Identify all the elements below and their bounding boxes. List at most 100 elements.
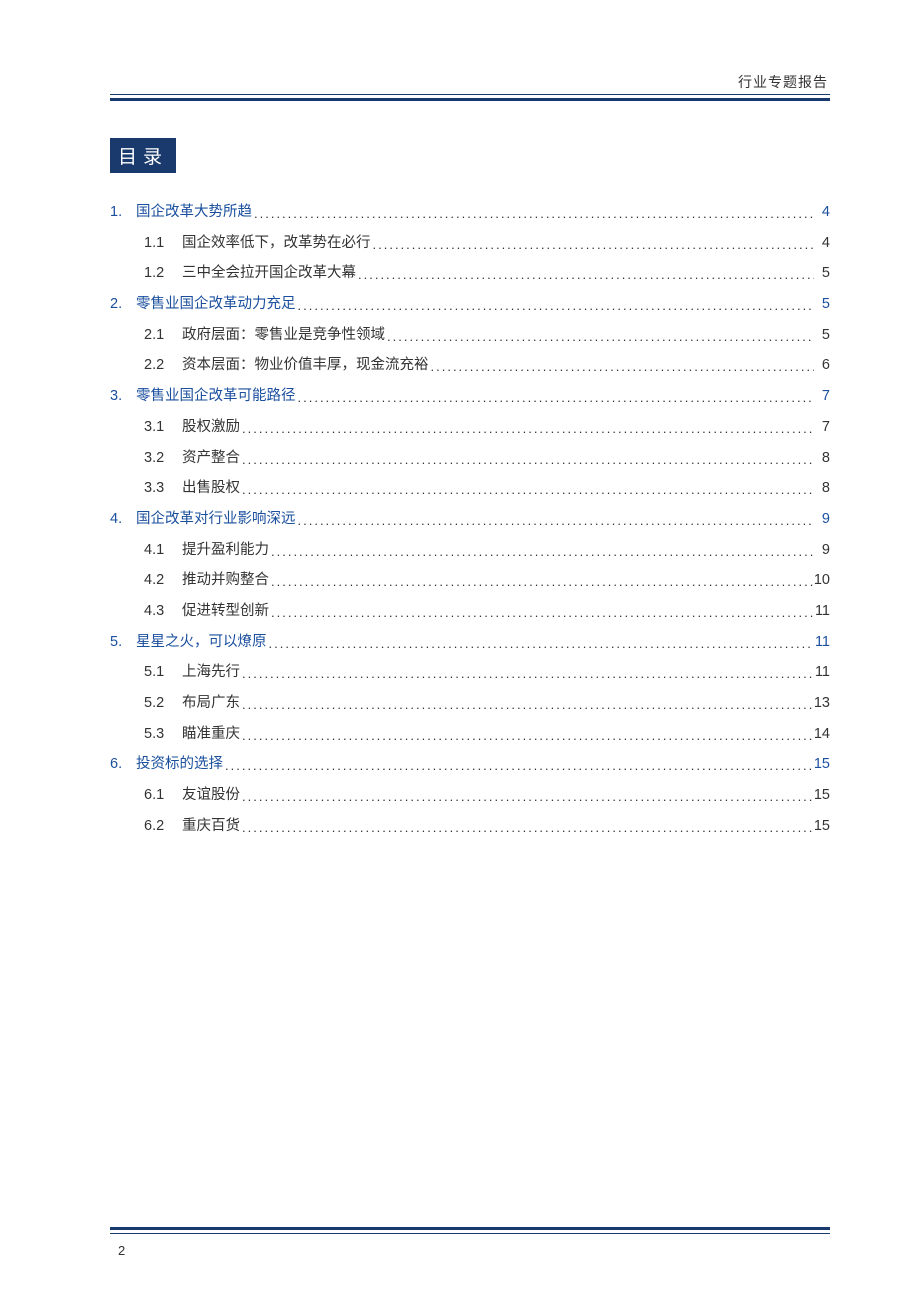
toc-entry-page: 5	[814, 293, 830, 316]
toc-entry-page: 15	[814, 815, 830, 838]
toc-entry-leaders	[223, 756, 814, 777]
toc-entry-title: 布局广东	[182, 692, 240, 715]
toc-entry-title: 国企改革大势所趋	[136, 201, 252, 224]
toc-entry-leaders	[252, 204, 814, 225]
toc-entry-leaders	[269, 542, 814, 563]
toc-entry-page: 10	[814, 569, 830, 592]
toc-entry[interactable]: 1.1国企效率低下，改革势在必行 4	[110, 232, 830, 255]
toc-entry-page: 8	[814, 447, 830, 470]
toc-entry-page: 11	[814, 631, 830, 654]
toc-entry-number: 6.	[110, 753, 136, 776]
toc-entry-title: 促进转型创新	[182, 600, 269, 623]
toc-entry[interactable]: 4.国企改革对行业影响深远9	[110, 508, 830, 531]
toc-entry[interactable]: 3.2资产整合 8	[110, 447, 830, 470]
toc-entry[interactable]: 5.1上海先行11	[110, 661, 830, 684]
toc-entry-leaders	[240, 450, 814, 471]
toc-entry-leaders	[240, 664, 814, 685]
toc-entry-title: 重庆百货	[182, 815, 240, 838]
toc-entry[interactable]: 2.1政府层面：零售业是竞争性领域 5	[110, 324, 830, 347]
toc-entry-leaders	[296, 296, 815, 317]
toc-entry[interactable]: 3.3出售股权 8	[110, 477, 830, 500]
toc-entry[interactable]: 4.3促进转型创新 11	[110, 600, 830, 623]
toc-entry-leaders	[240, 726, 814, 747]
toc-entry-number: 4.1	[144, 539, 182, 562]
toc-entry-number: 1.1	[144, 232, 182, 255]
toc-entry-number: 3.2	[144, 447, 182, 470]
toc-entry-leaders	[240, 818, 814, 839]
toc-entry[interactable]: 2.零售业国企改革动力充足 5	[110, 293, 830, 316]
toc-entry-title: 政府层面：零售业是竞争性领域	[182, 324, 385, 347]
toc-entry[interactable]: 1.2三中全会拉开国企改革大幕 5	[110, 262, 830, 285]
toc-entry-number: 2.1	[144, 324, 182, 347]
header-rule	[110, 98, 830, 101]
toc-entry[interactable]: 5.星星之火，可以燎原11	[110, 631, 830, 654]
toc-entry-title: 三中全会拉开国企改革大幕	[182, 262, 356, 285]
toc-entry-title: 推动并购整合	[182, 569, 269, 592]
toc-heading: 目录	[110, 138, 176, 173]
toc-entry-number: 5.2	[144, 692, 182, 715]
toc-entry-page: 7	[814, 385, 830, 408]
toc-entry-page: 11	[814, 600, 830, 623]
toc-entry-leaders	[296, 511, 815, 532]
toc-entry-number: 5.1	[144, 661, 182, 684]
toc-entry[interactable]: 6.1友谊股份15	[110, 784, 830, 807]
toc-entry[interactable]: 3.零售业国企改革可能路径7	[110, 385, 830, 408]
toc-entry-number: 3.1	[144, 416, 182, 439]
toc-entry-title: 投资标的选择	[136, 753, 223, 776]
toc-entry-leaders	[385, 327, 814, 348]
toc-entry-number: 2.	[110, 293, 136, 316]
toc-entry[interactable]: 4.2推动并购整合 10	[110, 569, 830, 592]
toc-entry-page: 9	[814, 539, 830, 562]
toc-entry-page: 5	[814, 324, 830, 347]
toc-entry[interactable]: 3.1股权激励 7	[110, 416, 830, 439]
toc-entry-title: 提升盈利能力	[182, 539, 269, 562]
toc-entry-number: 6.2	[144, 815, 182, 838]
toc-entry-number: 3.3	[144, 477, 182, 500]
toc-entry-number: 4.	[110, 508, 136, 531]
document-page: 行业专题报告 目录 1.国企改革大势所趋41.1国企效率低下，改革势在必行41.…	[0, 0, 920, 1302]
toc-entry[interactable]: 4.1提升盈利能力 9	[110, 539, 830, 562]
toc-entry[interactable]: 5.3瞄准重庆 14	[110, 723, 830, 746]
toc-entry-page: 7	[814, 416, 830, 439]
toc-entry[interactable]: 5.2布局广东13	[110, 692, 830, 715]
toc-entry-number: 4.2	[144, 569, 182, 592]
toc-entry-title: 资产整合	[182, 447, 240, 470]
toc-entry-leaders	[240, 787, 814, 808]
toc-entry-number: 1.	[110, 201, 136, 224]
toc-entry-page: 4	[814, 232, 830, 255]
toc-entry[interactable]: 1.国企改革大势所趋4	[110, 201, 830, 224]
toc-entry-leaders	[429, 357, 815, 378]
toc-entry-page: 15	[814, 753, 830, 776]
toc-entry-page: 6	[814, 354, 830, 377]
toc-entry-title: 国企效率低下，改革势在必行	[182, 232, 371, 255]
toc-entry-number: 1.2	[144, 262, 182, 285]
toc-entry-leaders	[371, 235, 815, 256]
toc-entry-title: 国企改革对行业影响深远	[136, 508, 296, 531]
toc-entry-title: 零售业国企改革动力充足	[136, 293, 296, 316]
toc-entry-leaders	[240, 695, 814, 716]
toc-entry-page: 5	[814, 262, 830, 285]
toc-entry-title: 出售股权	[182, 477, 240, 500]
toc-entry[interactable]: 2.2资本层面：物业价值丰厚，现金流充裕 6	[110, 354, 830, 377]
toc-entry[interactable]: 6.投资标的选择 15	[110, 753, 830, 776]
document-type-label: 行业专题报告	[738, 72, 828, 92]
header-rule-thin	[110, 94, 830, 95]
toc-entry-leaders	[356, 265, 814, 286]
toc-entry-page: 11	[814, 661, 830, 684]
table-of-contents: 1.国企改革大势所趋4 1.1国企效率低下，改革势在必行 4 1.2三中全会拉开国企改…	[110, 201, 830, 838]
toc-entry-page: 8	[814, 477, 830, 500]
toc-entry-title: 资本层面：物业价值丰厚，现金流充裕	[182, 354, 429, 377]
toc-entry-leaders	[269, 603, 814, 624]
toc-entry-number: 3.	[110, 385, 136, 408]
toc-entry-leaders	[240, 419, 814, 440]
toc-entry-number: 6.1	[144, 784, 182, 807]
toc-entry-title: 星星之火，可以燎原	[136, 631, 267, 654]
toc-entry-leaders	[269, 572, 814, 593]
toc-entry-number: 5.3	[144, 723, 182, 746]
toc-entry-title: 瞄准重庆	[182, 723, 240, 746]
toc-entry-number: 4.3	[144, 600, 182, 623]
toc-entry-number: 2.2	[144, 354, 182, 377]
toc-entry-title: 股权激励	[182, 416, 240, 439]
toc-entry-page: 14	[814, 723, 830, 746]
toc-entry[interactable]: 6.2重庆百货 15	[110, 815, 830, 838]
